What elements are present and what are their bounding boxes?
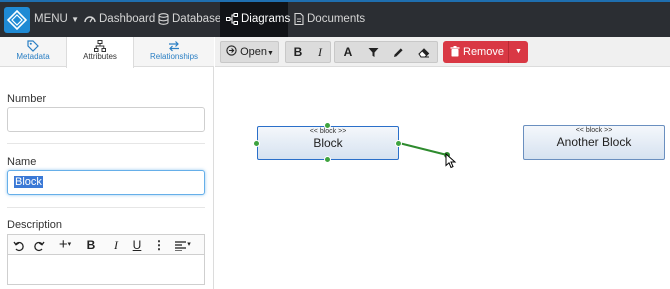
description-editor-toolbar: +▾ B I U ⋮ ▾ [7,234,205,254]
diagram-block[interactable]: << block >> Block [257,126,399,160]
remove-button[interactable]: Remove ▼ [443,41,528,63]
more-icon[interactable]: ⋮ [153,236,165,254]
name-input[interactable]: Block [7,170,205,195]
nav-documents-label: Documents [307,13,366,25]
number-label: Number [7,93,47,105]
tab-metadata[interactable]: Metadata [0,37,66,67]
divider [7,207,205,208]
align-icon[interactable]: ▾ [172,236,194,254]
tab-metadata-label: Metadata [16,52,50,61]
nav-dashboard[interactable]: Dashboard [84,2,155,37]
tab-attributes[interactable]: Attributes [66,37,134,68]
nav-documents[interactable]: Documents [294,2,365,37]
redo-icon[interactable] [31,236,47,254]
hierarchy-icon [94,40,106,52]
chevron-down-icon: ▼ [71,15,79,24]
diagram-toolbar: Open▼ B I A Remove ▼ [215,37,670,67]
nav-dashboard-label: Dashboard [99,13,156,25]
diagram-canvas[interactable]: << block >> Block << block >> Another Bl… [215,67,670,289]
resize-handle[interactable] [395,140,402,147]
eraser-icon[interactable] [414,42,434,62]
trash-icon [450,46,460,57]
arrow-circle-right-icon [226,45,237,56]
underline-icon[interactable]: U [130,236,144,254]
chevron-down-icon[interactable]: ▼ [508,41,528,63]
connector-line[interactable] [215,67,670,289]
database-icon [158,13,169,25]
italic-icon[interactable]: I [310,42,330,62]
pencil-icon[interactable] [388,42,408,62]
resize-handle[interactable] [324,156,331,163]
format-group: A [334,41,438,63]
nav-database-label: Database [172,13,222,25]
nav-diagrams-label: Diagrams [241,13,291,25]
diagram-icon [226,12,238,25]
description-label: Description [7,219,63,231]
menu-button[interactable]: MENU ▼ [34,2,79,37]
tab-attributes-label: Attributes [83,52,117,61]
italic-icon[interactable]: I [109,236,123,254]
undo-icon[interactable] [11,236,27,254]
block-stereotype: << block >> [309,128,347,135]
remove-label: Remove [463,46,504,58]
resize-handle[interactable] [253,140,260,147]
tag-icon [27,40,39,52]
text-icon[interactable]: A [338,42,358,62]
block-name: Block [313,136,343,150]
nav-database[interactable]: Database [158,2,221,37]
diagram-block[interactable]: << block >> Another Block [523,125,665,160]
bold-icon[interactable]: B [84,236,98,254]
swap-arrows-icon [169,41,179,52]
block-stereotype: << block >> [575,127,613,134]
open-button-inner: Open▼ [225,42,275,62]
top-navbar: MENU ▼ Dashboard Database Diagrams Docum… [0,0,670,37]
text-style-group: B I [285,41,331,63]
open-button[interactable]: Open▼ [220,41,279,63]
filter-icon[interactable] [363,42,383,62]
divider [7,143,205,144]
document-icon [294,12,304,26]
app-logo-icon[interactable] [4,7,30,33]
name-label: Name [7,156,37,168]
chevron-down-icon: ▼ [267,50,274,57]
sidebar-tabs: Metadata Attributes Relationships [0,37,214,68]
menu-label: MENU [34,13,68,25]
bold-icon[interactable]: B [288,42,308,62]
tab-relationships-label: Relationships [149,52,199,61]
name-input-value: Block [14,176,43,188]
block-name: Another Block [556,135,632,149]
tab-relationships[interactable]: Relationships [134,37,214,67]
resize-handle[interactable] [324,122,331,129]
nav-diagrams[interactable]: Diagrams [220,2,291,37]
open-label: Open [240,46,268,58]
mouse-cursor-icon [445,153,457,169]
dashboard-icon [84,16,96,23]
description-editor-body[interactable] [7,254,205,285]
number-input[interactable] [7,107,205,132]
insert-icon[interactable]: +▾ [54,236,76,254]
